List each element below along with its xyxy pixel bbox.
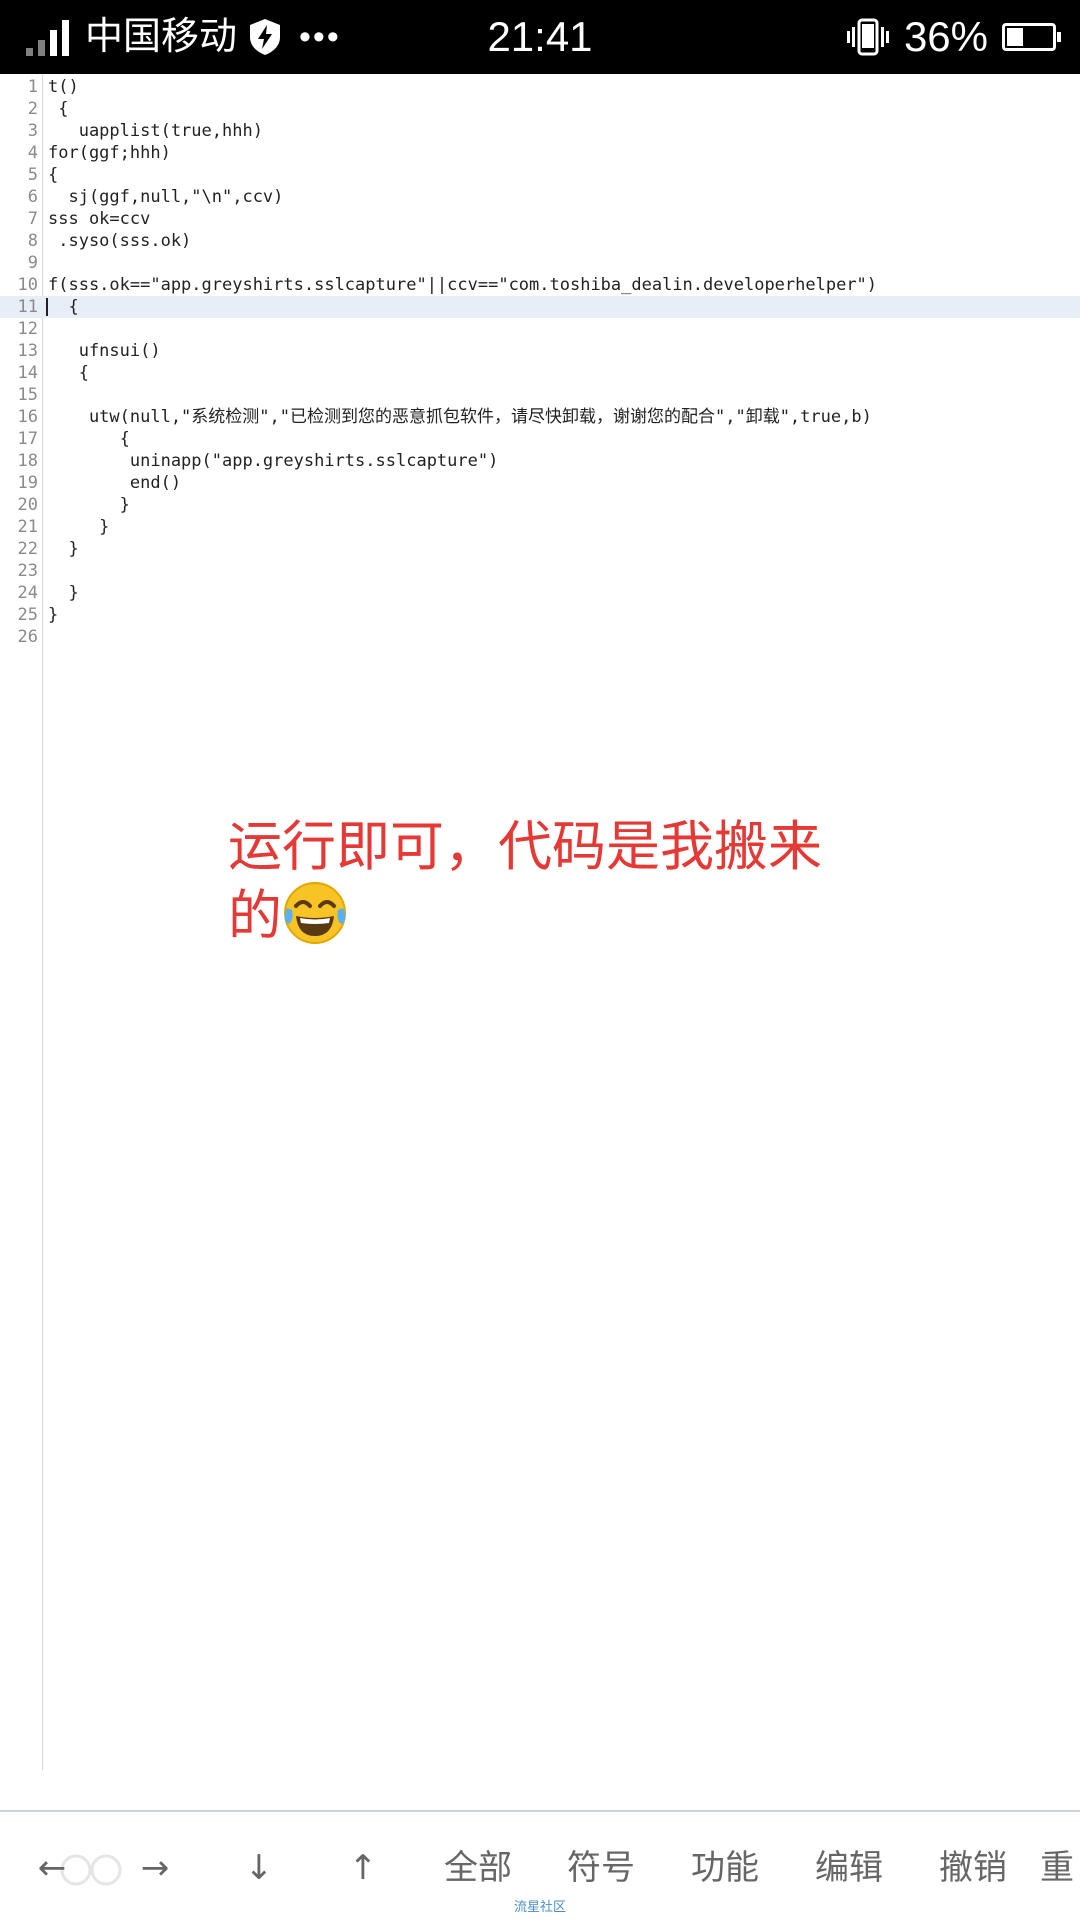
line-number: 3 bbox=[27, 121, 38, 141]
code-line[interactable]: 9 bbox=[0, 252, 1080, 274]
line-number: 22 bbox=[17, 539, 38, 559]
line-number: 14 bbox=[17, 363, 38, 383]
line-text: { bbox=[48, 429, 130, 449]
arrow-up-key[interactable]: ↑ bbox=[323, 1840, 403, 1896]
toolbar-key[interactable]: 全部 bbox=[423, 1840, 533, 1896]
line-number: 1 bbox=[27, 77, 38, 97]
line-number: 13 bbox=[17, 341, 38, 361]
tears-of-joy-emoji-icon bbox=[284, 882, 346, 944]
line-number: 17 bbox=[17, 429, 38, 449]
code-line[interactable]: 21 } bbox=[0, 516, 1080, 538]
line-number: 12 bbox=[17, 319, 38, 339]
code-line[interactable]: 1 t() bbox=[0, 76, 1080, 98]
line-text: { bbox=[48, 99, 69, 119]
line-number: 21 bbox=[17, 517, 38, 537]
line-text: ufnsui() bbox=[48, 341, 161, 361]
code-line[interactable]: 10 f(sss.ok=="app.greyshirts.sslcapture"|… bbox=[0, 274, 1080, 296]
code-line[interactable]: 19 end() bbox=[0, 472, 1080, 494]
line-text: .syso(sss.ok) bbox=[48, 231, 192, 251]
line-text: } bbox=[48, 495, 130, 515]
line-text: t() bbox=[48, 77, 79, 97]
line-text: sj(ggf,null,"\n",ccv) bbox=[48, 187, 284, 207]
toolbar-key[interactable]: 撤销 bbox=[918, 1840, 1028, 1896]
line-text: } bbox=[48, 583, 79, 603]
line-number: 2 bbox=[27, 99, 38, 119]
battery-fill bbox=[1007, 28, 1023, 46]
text-caret bbox=[46, 298, 48, 316]
arrow-down-key[interactable]: ↓ bbox=[219, 1840, 299, 1896]
toolbar-key[interactable]: 编辑 bbox=[794, 1840, 904, 1896]
line-number: 23 bbox=[17, 561, 38, 581]
line-text: } bbox=[48, 605, 59, 625]
line-text: utw(null,"系统检测","已检测到您的恶意抓包软件，请尽快卸载，谢谢您的… bbox=[48, 407, 872, 427]
line-text: } bbox=[48, 517, 110, 537]
line-text: sss ok=ccv bbox=[48, 209, 151, 229]
line-text: { bbox=[48, 363, 89, 383]
code-line[interactable]: 25} bbox=[0, 604, 1080, 626]
code-line[interactable]: 11 { bbox=[0, 296, 1080, 318]
line-text: uapplist(true,hhh) bbox=[48, 121, 263, 141]
arrow-right-key[interactable]: → bbox=[115, 1840, 195, 1896]
watermark: 流星社区 bbox=[513, 1900, 566, 1915]
code-line[interactable]: 24 } bbox=[0, 582, 1080, 604]
code-line[interactable]: 23 bbox=[0, 560, 1080, 582]
code-editor[interactable]: 1 t() 2 {3 uapplist(true,hhh) 4 for(ggf;hhh)… bbox=[0, 74, 1080, 1770]
code-line[interactable]: 12 bbox=[0, 318, 1080, 340]
status-bar: 中国移动 ••• 21:41 36% bbox=[0, 0, 1080, 74]
code-line[interactable]: 20 } bbox=[0, 494, 1080, 516]
code-line[interactable]: 26 bbox=[0, 626, 1080, 648]
status-right: 36% bbox=[846, 12, 1061, 62]
toolbar-key[interactable]: 重 bbox=[1040, 1840, 1080, 1896]
line-number: 16 bbox=[17, 407, 38, 427]
line-number: 7 bbox=[27, 209, 38, 229]
code-line[interactable]: 6 sj(ggf,null,"\n",ccv) bbox=[0, 186, 1080, 208]
code-line[interactable]: 5{ bbox=[0, 164, 1080, 186]
code-line[interactable]: 8 .syso(sss.ok) bbox=[0, 230, 1080, 252]
line-number: 9 bbox=[27, 253, 38, 273]
line-text: f(sss.ok=="app.greyshirts.sslcapture"||c… bbox=[48, 275, 878, 295]
code-line[interactable]: 22 } bbox=[0, 538, 1080, 560]
line-text: uninapp("app.greyshirts.sslcapture") bbox=[48, 451, 499, 471]
toolbar-key[interactable]: 符号 bbox=[546, 1840, 656, 1896]
line-text: end() bbox=[48, 473, 182, 493]
code-line[interactable]: 4 for(ggf;hhh) bbox=[0, 142, 1080, 164]
line-number: 11 bbox=[17, 297, 38, 317]
arrow-left-key[interactable]: ← bbox=[12, 1840, 92, 1896]
line-number: 5 bbox=[27, 165, 38, 185]
battery-icon bbox=[1002, 23, 1061, 51]
annotation-text: 运行即可，代码是我搬来的 bbox=[228, 814, 868, 949]
line-number: 8 bbox=[27, 231, 38, 251]
line-number: 10 bbox=[17, 275, 38, 295]
line-number: 26 bbox=[17, 627, 38, 647]
code-line[interactable]: 13 ufnsui() bbox=[0, 340, 1080, 362]
line-text: } bbox=[48, 539, 79, 559]
code-line[interactable]: 14 { bbox=[0, 362, 1080, 384]
battery-percent: 36% bbox=[903, 13, 988, 60]
line-number: 19 bbox=[17, 473, 38, 493]
line-number: 18 bbox=[17, 451, 38, 471]
line-number: 6 bbox=[27, 187, 38, 207]
line-text: { bbox=[48, 165, 59, 185]
toolbar-divider bbox=[0, 1810, 1080, 1812]
toolbar-key[interactable]: 功能 bbox=[670, 1840, 780, 1896]
line-number: 15 bbox=[17, 385, 38, 405]
code-line[interactable]: 18 uninapp("app.greyshirts.sslcapture") bbox=[0, 450, 1080, 472]
line-number: 24 bbox=[17, 583, 38, 603]
code-line[interactable]: 3 uapplist(true,hhh) bbox=[0, 120, 1080, 142]
code-line[interactable]: 15 bbox=[0, 384, 1080, 406]
code-line[interactable]: 17 { bbox=[0, 428, 1080, 450]
code-line[interactable]: 2 { bbox=[0, 98, 1080, 120]
line-text: for(ggf;hhh) bbox=[48, 143, 171, 163]
code-line[interactable]: 7 sss ok=ccv bbox=[0, 208, 1080, 230]
code-line[interactable]: 16 utw(null,"系统检测","已检测到您的恶意抓包软件，请尽快卸载，谢… bbox=[0, 406, 1080, 428]
line-text: { bbox=[48, 297, 79, 317]
line-number: 25 bbox=[17, 605, 38, 625]
line-number: 4 bbox=[27, 143, 38, 163]
line-number: 20 bbox=[17, 495, 38, 515]
vibrate-icon bbox=[846, 18, 889, 56]
